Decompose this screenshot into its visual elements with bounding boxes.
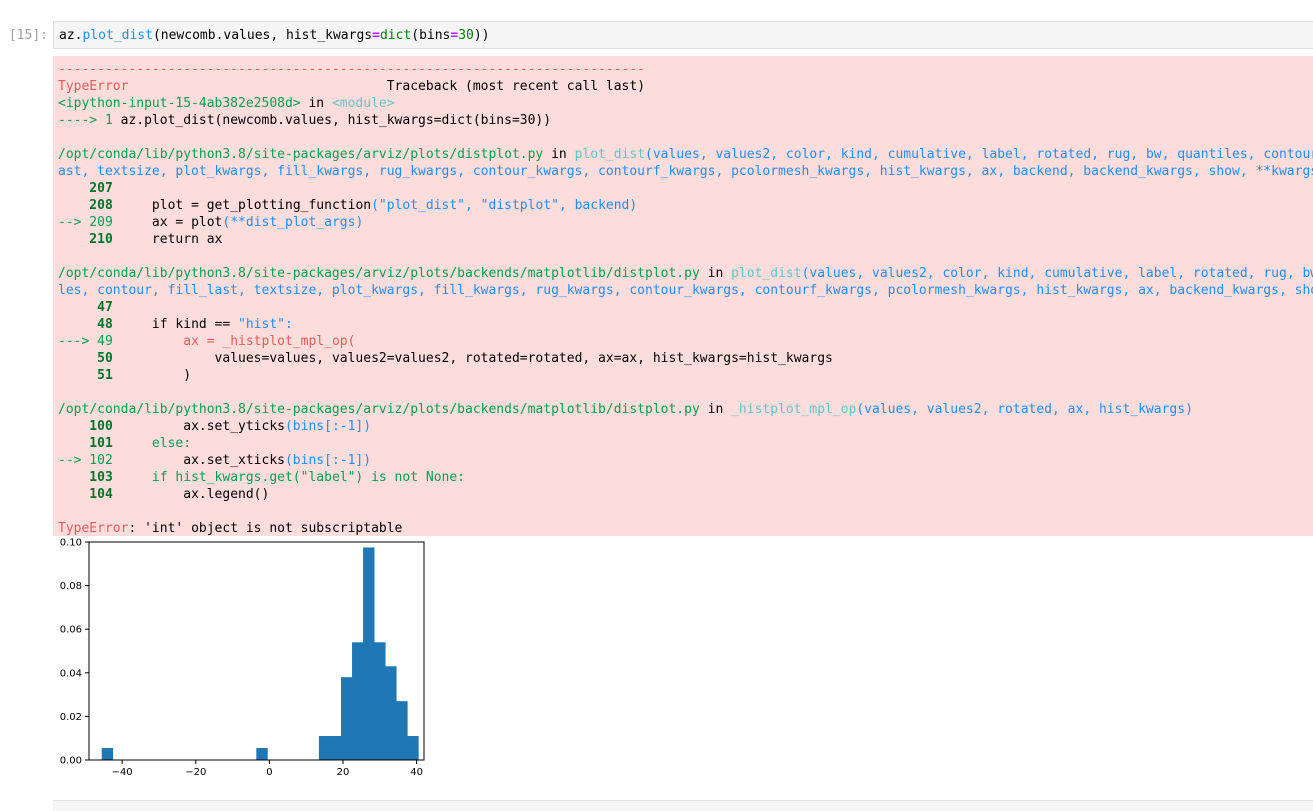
cell-prompt: [15]:: [8, 28, 48, 43]
x-tick-label: −40: [112, 767, 133, 778]
x-tick-label: 40: [410, 767, 423, 778]
y-tick-label: 0.04: [60, 668, 82, 679]
y-tick-label: 0.06: [60, 625, 82, 636]
y-tick-label: 0.08: [60, 581, 82, 592]
histogram-bar-0: [101, 748, 114, 760]
y-tick-label: 0.00: [60, 756, 82, 767]
code-input-cell[interactable]: az.plot_dist(newcomb.values, hist_kwargs…: [53, 21, 1313, 49]
x-axis-ticks: −40 −20 0 20 40: [112, 760, 423, 778]
histogram-bar-8: [385, 666, 397, 760]
histogram-bars: [101, 547, 419, 760]
histogram-bar-1: [256, 748, 268, 760]
histogram-bar-2: [318, 736, 331, 760]
x-tick-label: 20: [337, 767, 350, 778]
code-line[interactable]: az.plot_dist(newcomb.values, hist_kwargs…: [59, 28, 490, 44]
histogram-bar-6: [363, 547, 375, 760]
histogram-bar-10: [407, 736, 419, 760]
histogram-bar-7: [374, 642, 386, 760]
error-output: ----------------------------------------…: [53, 56, 1313, 536]
x-tick-label: 0: [266, 767, 272, 778]
y-axis-ticks: 0.00 0.02 0.04 0.06 0.08 0.10: [60, 538, 89, 767]
x-tick-label: −20: [185, 767, 206, 778]
histogram-bar-5: [352, 642, 364, 760]
y-tick-label: 0.02: [60, 712, 82, 723]
histogram-bar-4: [340, 677, 353, 760]
traceback-text: ----------------------------------------…: [58, 62, 1313, 536]
y-tick-label: 0.10: [60, 538, 82, 549]
histogram-chart: 0.00 0.02 0.04 0.06 0.08 0.10 −40 −20 0 20 40: [60, 538, 425, 778]
histogram-bar-9: [396, 701, 408, 760]
histogram-bar-3: [329, 736, 342, 760]
